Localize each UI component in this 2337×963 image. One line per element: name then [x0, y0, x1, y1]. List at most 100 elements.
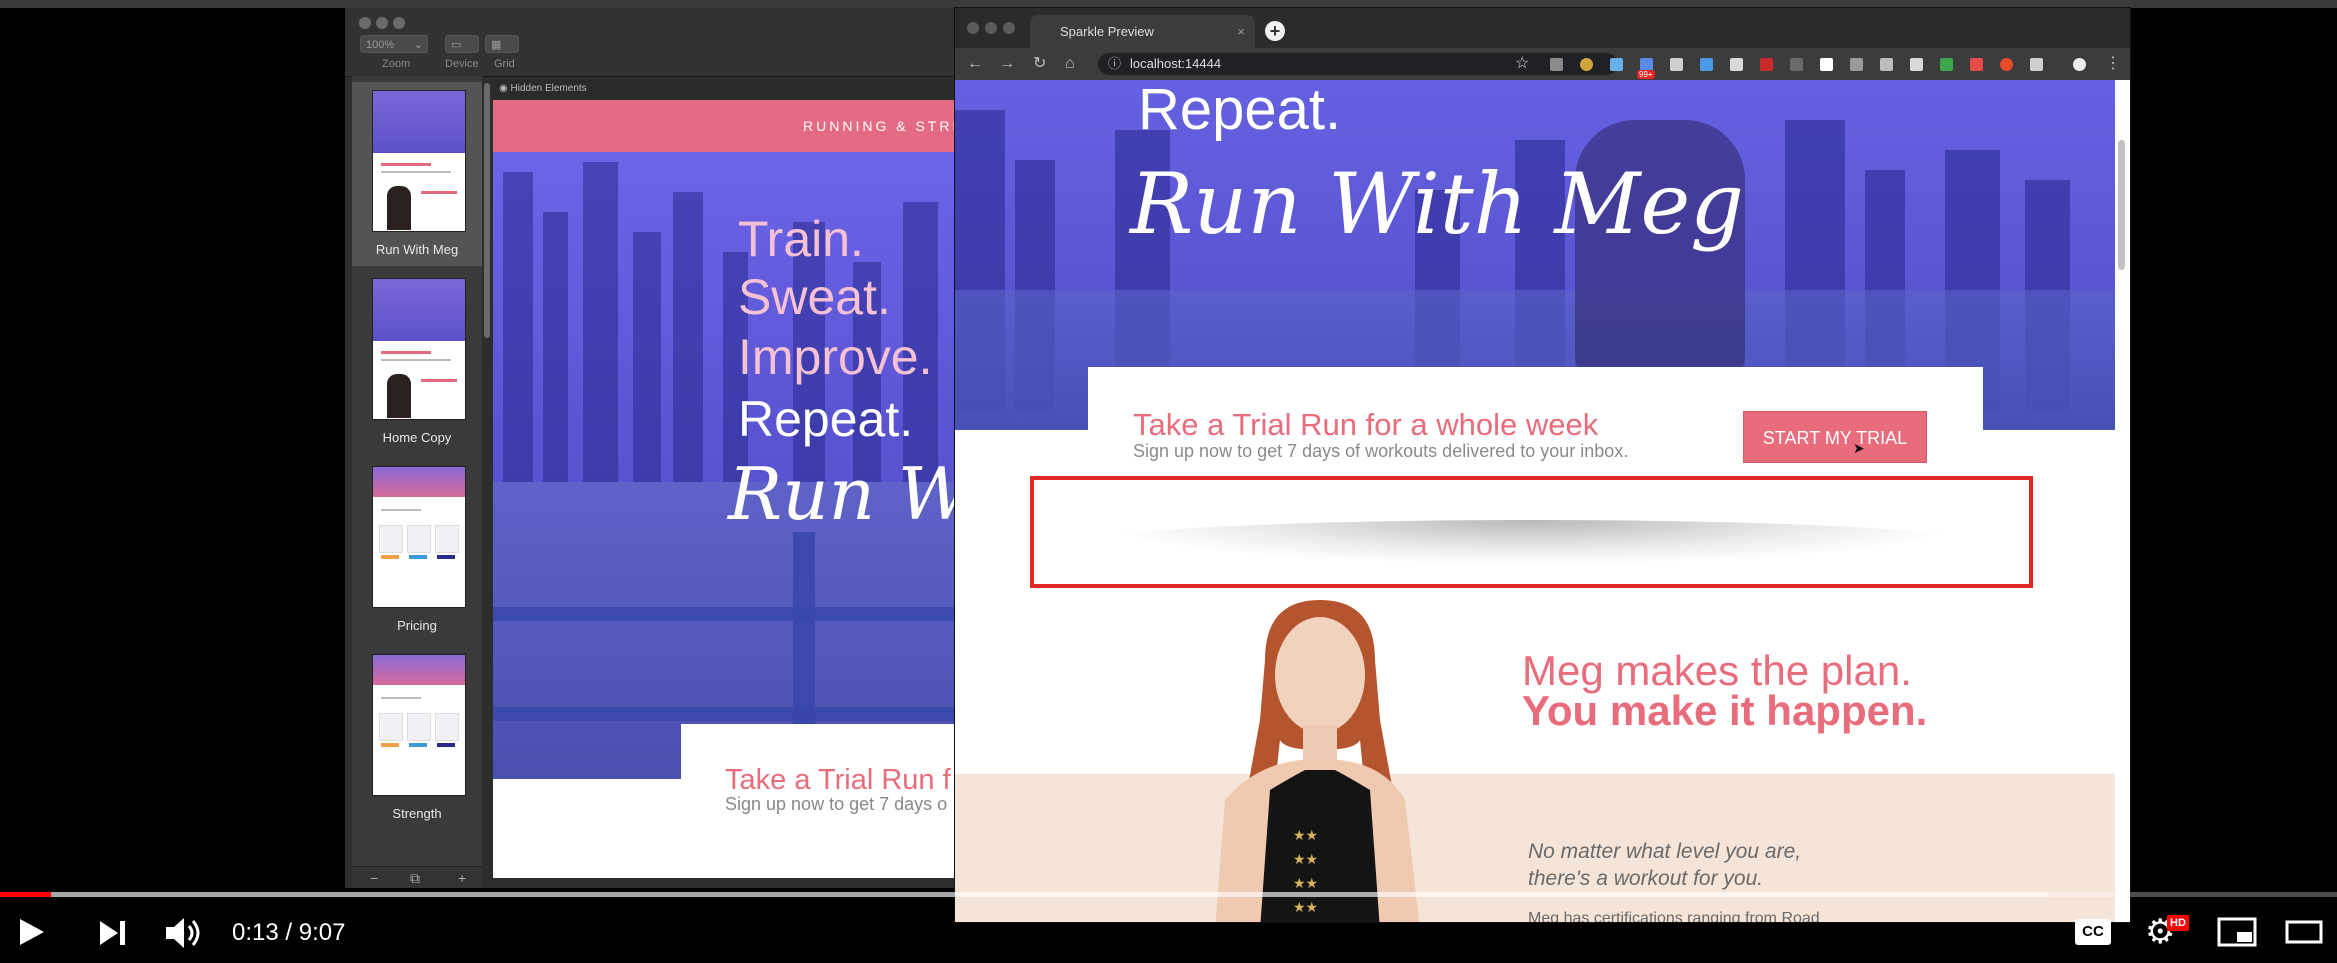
canvas-banner-text: RUNNING & STREN: [803, 118, 960, 134]
extension-icon[interactable]: [1940, 58, 1953, 71]
miniplayer-icon[interactable]: [2217, 917, 2257, 947]
thumb-person: [387, 186, 411, 230]
reload-icon[interactable]: ↻: [1033, 48, 1046, 80]
top-strip: [0, 0, 2337, 8]
hidden-elements-label: Hidden Elements: [510, 83, 587, 94]
page-scrollbar[interactable]: [2118, 140, 2125, 270]
tab-strip: Sparkle Preview × +: [955, 8, 2130, 48]
maximize-window-icon[interactable]: [393, 17, 405, 29]
play-extension-icon[interactable]: [1820, 58, 1833, 71]
volume-icon[interactable]: [164, 916, 204, 950]
canvas-banner[interactable]: RUNNING & STREN: [493, 100, 960, 152]
add-page-button[interactable]: +: [458, 867, 466, 888]
url-text: localhost:14444: [1130, 56, 1222, 71]
play-icon[interactable]: [16, 917, 46, 947]
thumb-card: [407, 713, 431, 741]
thumb-card: [435, 713, 459, 741]
hero-repeat: Repeat.: [1138, 80, 1342, 142]
next-icon[interactable]: [98, 919, 128, 947]
minimize-window-icon[interactable]: [376, 17, 388, 29]
extension-icon[interactable]: [1580, 58, 1593, 71]
back-icon[interactable]: ←: [967, 48, 983, 80]
extension-icon[interactable]: [1880, 58, 1893, 71]
hd-badge: HD: [2167, 915, 2189, 931]
grid-button[interactable]: ▦: [485, 35, 519, 53]
canvas-hero[interactable]: Train. Sweat. Improve. Repeat. Run Wi: [493, 152, 960, 779]
design-canvas[interactable]: RUNNING & STREN Train. Sweat. Improve.: [493, 100, 960, 878]
thumb-hero: [373, 655, 465, 685]
quote-line-2: there's a workout for you.: [1528, 867, 1764, 890]
mouse-cursor-icon: ➤: [1853, 440, 1865, 456]
time-total: 9:07: [298, 919, 346, 946]
page-thumb-strength[interactable]: [372, 654, 466, 796]
eye-icon: ◉: [499, 83, 508, 94]
tab-sparkle-preview[interactable]: Sparkle Preview ×: [1030, 15, 1255, 48]
diamond-extension-icon[interactable]: [1610, 58, 1623, 71]
progress-played: [0, 892, 51, 897]
captions-button[interactable]: CC: [2075, 919, 2111, 945]
cert-text: Meg has certifications ranging from Road: [1528, 910, 1820, 922]
close-tab-icon[interactable]: ×: [1237, 15, 1245, 48]
hero-script: Run With Meg: [1130, 155, 1744, 253]
extension-icon[interactable]: [1790, 58, 1803, 71]
building: [543, 212, 568, 492]
remove-page-button[interactable]: −: [370, 867, 378, 888]
thumb-text: [381, 171, 451, 173]
device-button[interactable]: ▭: [445, 35, 479, 53]
hero-line-repeat[interactable]: Repeat.: [738, 390, 913, 448]
thumb-heading: [421, 191, 457, 194]
extension-icon[interactable]: [2030, 58, 2043, 71]
page-thumb-home-copy[interactable]: [372, 278, 466, 420]
extension-icon[interactable]: [1850, 58, 1863, 71]
neck: [1303, 725, 1337, 765]
thumb-title: [381, 163, 431, 166]
extension-icon[interactable]: [1700, 58, 1713, 71]
bookmark-star-icon[interactable]: ☆: [1515, 48, 1529, 80]
building: [673, 192, 703, 492]
canvas-trial-card[interactable]: Take a Trial Run f Sign up now to get 7 …: [681, 724, 960, 878]
close-window-icon[interactable]: [359, 17, 371, 29]
menu-kebab-icon[interactable]: ⋮: [2105, 48, 2121, 80]
building: [583, 162, 618, 492]
forward-icon[interactable]: →: [999, 48, 1015, 80]
time-display: 0:13 / 9:07: [232, 918, 345, 948]
canvas-trial-title: Take a Trial Run f: [725, 764, 951, 796]
hero-line-improve[interactable]: Improve.: [738, 328, 933, 386]
info-icon: ⓘ: [1108, 56, 1122, 71]
sidebar-scrollbar[interactable]: [484, 83, 490, 338]
duplicate-page-button[interactable]: ⧉: [410, 867, 420, 888]
url-field[interactable]: ⓘ localhost:14444: [1098, 53, 1618, 75]
page-thumb-run-with-meg[interactable]: [372, 90, 466, 232]
extension-icon[interactable]: [1970, 58, 1983, 71]
page-thumb-pricing[interactable]: [372, 466, 466, 608]
time-current: 0:13: [232, 919, 279, 946]
home-icon[interactable]: ⌂: [1065, 48, 1075, 80]
extension-icon[interactable]: [1670, 58, 1683, 71]
theater-mode-icon[interactable]: [2285, 920, 2323, 944]
hidden-elements-bar[interactable]: ◉ Hidden Elements: [493, 80, 960, 98]
profile-avatar[interactable]: [2073, 58, 2086, 71]
minimize-window-icon[interactable]: [985, 22, 997, 34]
new-tab-button[interactable]: +: [1265, 21, 1285, 41]
thumb-text: [381, 359, 451, 361]
extension-icon[interactable]: [1730, 58, 1743, 71]
zoom-label: Zoom: [382, 58, 411, 70]
hero-line-sweat[interactable]: Sweat.: [738, 268, 891, 326]
camera-extension-icon[interactable]: [1550, 58, 1563, 71]
start-my-trial-button[interactable]: START MY TRIAL: [1743, 411, 1927, 463]
canvas-trial-sub: Sign up now to get 7 days o: [725, 794, 948, 814]
hero-script-text[interactable]: Run Wi: [728, 452, 960, 536]
shadow-divider: [1090, 520, 1975, 565]
zoom-select[interactable]: 100% ⌄: [360, 35, 428, 53]
thumb-button: [437, 743, 455, 747]
thumb-hero: [373, 91, 465, 153]
address-bar-row: ← → ↻ ⌂ ⓘ localhost:14444 ☆ 99+ ⋮: [955, 48, 2130, 80]
preview-page: Repeat. Run With Meg Take a Trial Run fo…: [955, 80, 2130, 922]
video-player[interactable]: 100% ⌄ ▭ ▦ Zoom Device Grid Run With Meg: [0, 0, 2337, 963]
extension-icon[interactable]: [1910, 58, 1923, 71]
close-window-icon[interactable]: [967, 22, 979, 34]
extension-icon[interactable]: [1760, 58, 1773, 71]
hero-line-train[interactable]: Train.: [738, 210, 864, 268]
maximize-window-icon[interactable]: [1003, 22, 1015, 34]
extension-icon[interactable]: [2000, 58, 2013, 71]
